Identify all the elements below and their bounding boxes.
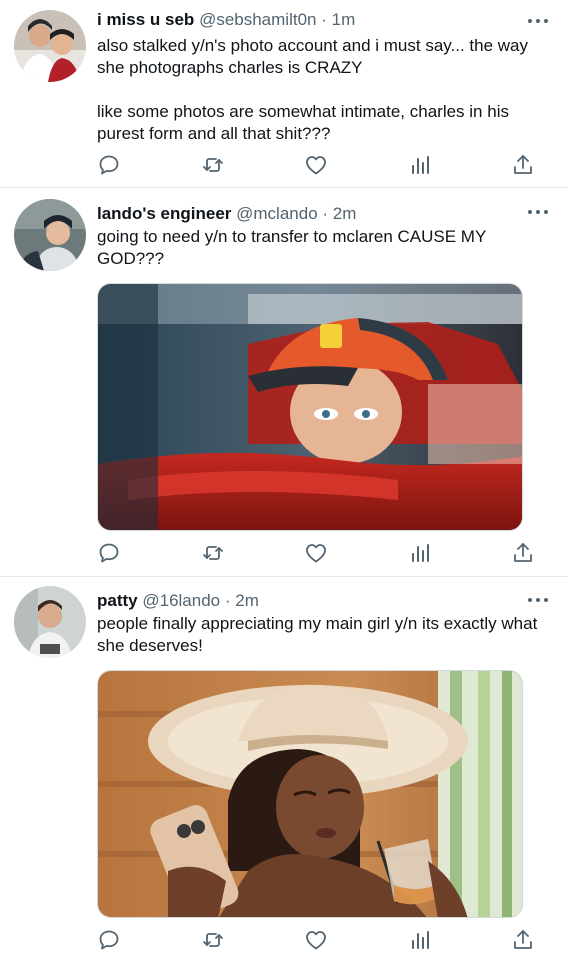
separator-dot: ·	[321, 10, 327, 29]
tweet-actions	[97, 541, 535, 565]
tweet-text: also stalked y/n's photo account and i m…	[97, 36, 528, 143]
more-options-icon[interactable]	[528, 207, 548, 217]
tweet-actions	[97, 153, 535, 177]
tweet-media-photo[interactable]	[97, 670, 523, 918]
avatar[interactable]	[14, 10, 86, 82]
reply-icon[interactable]	[97, 153, 121, 177]
tweet-media-photo[interactable]	[97, 283, 523, 531]
analytics-icon[interactable]	[408, 928, 432, 952]
like-icon[interactable]	[304, 541, 328, 565]
tweet-1[interactable]: i miss u seb @sebshamilt0n · 1m also sta…	[0, 0, 568, 188]
display-name[interactable]: lando's engineer	[97, 204, 231, 223]
retweet-icon[interactable]	[201, 153, 225, 177]
user-handle[interactable]: @sebshamilt0n	[199, 10, 316, 29]
share-icon[interactable]	[511, 928, 535, 952]
photo-driver-in-cockpit	[98, 284, 522, 530]
timestamp[interactable]: 1m	[332, 10, 356, 29]
display-name[interactable]: i miss u seb	[97, 10, 194, 29]
retweet-icon[interactable]	[201, 541, 225, 565]
tweet-actions	[97, 928, 535, 952]
share-icon[interactable]	[511, 153, 535, 177]
retweet-icon[interactable]	[201, 928, 225, 952]
like-icon[interactable]	[304, 928, 328, 952]
separator-dot: ·	[322, 204, 329, 223]
like-icon[interactable]	[304, 153, 328, 177]
reply-icon[interactable]	[97, 928, 121, 952]
tweet-header: lando's engineer @mclando · 2m	[97, 203, 528, 225]
tweet-3[interactable]: patty @16lando · 2m people finally appre…	[0, 577, 568, 960]
tweet-text: going to need y/n to transfer to mclaren…	[97, 227, 491, 268]
photo-woman-in-sun-hat	[98, 671, 522, 917]
display-name[interactable]: patty	[97, 591, 138, 610]
more-options-icon[interactable]	[528, 595, 548, 605]
analytics-icon[interactable]	[408, 541, 432, 565]
user-handle[interactable]: @mclando	[236, 204, 318, 223]
tweet-header: i miss u seb @sebshamilt0n · 1m	[97, 9, 528, 31]
timestamp[interactable]: 2m	[235, 591, 259, 610]
tweet-header: patty @16lando · 2m	[97, 590, 528, 612]
more-options-icon[interactable]	[528, 16, 548, 26]
avatar[interactable]	[14, 199, 86, 271]
avatar[interactable]	[14, 586, 86, 658]
tweet-text: people finally appreciating my main girl…	[97, 614, 543, 655]
separator-dot: ·	[224, 591, 231, 610]
tweet-2[interactable]: lando's engineer @mclando · 2m going to …	[0, 188, 568, 577]
reply-icon[interactable]	[97, 541, 121, 565]
user-handle[interactable]: @16lando	[142, 591, 220, 610]
analytics-icon[interactable]	[408, 153, 432, 177]
share-icon[interactable]	[511, 541, 535, 565]
timestamp[interactable]: 2m	[333, 204, 357, 223]
